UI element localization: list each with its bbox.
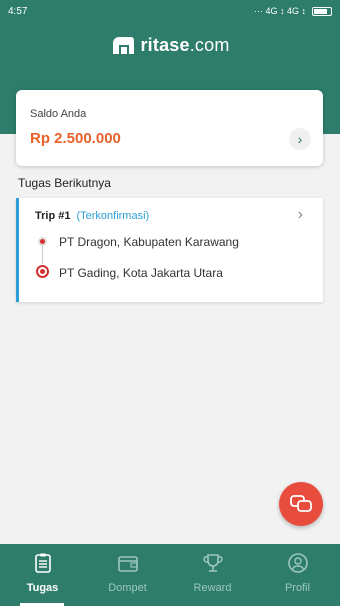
logo-text-thin: .com	[189, 34, 230, 55]
trip-header: Trip #1 (Terkonfirmasi)	[35, 210, 149, 222]
destination-location: PT Gading, Kota Jakarta Utara	[59, 266, 223, 280]
status-bar: 4:57 ··· 4G ↕ 4G ↕	[0, 0, 340, 22]
nav-label-tugas: Tugas	[26, 582, 59, 594]
wallet-icon	[117, 556, 138, 572]
ritase-logo-icon	[113, 37, 135, 54]
status-time: 4:57	[8, 5, 28, 17]
logo-text-bold: ritase	[140, 34, 190, 55]
network-indicator: ··· 4G ↕ 4G ↕	[253, 6, 306, 16]
chevron-right-icon[interactable]: ›	[298, 206, 303, 224]
route-line	[42, 246, 43, 264]
trip-card[interactable]: Trip #1 (Terkonfirmasi) › PT Dragon, Kab…	[16, 198, 323, 302]
nav-label-dompet: Dompet	[108, 582, 147, 594]
bottom-navigation: Tugas Dompet Reward Profil	[0, 544, 340, 606]
destination-marker-icon	[36, 265, 49, 278]
nav-label-profil: Profil	[284, 582, 311, 594]
nav-tugas[interactable]: Tugas	[0, 544, 85, 606]
chevron-right-icon[interactable]: ›	[289, 128, 311, 150]
origin-marker-icon	[38, 237, 47, 246]
app-logo: ritase.com	[0, 30, 340, 60]
status-indicators: ··· 4G ↕ 4G ↕	[254, 6, 332, 16]
balance-label: Saldo Anda	[30, 108, 87, 120]
trip-label: Trip #1	[35, 210, 71, 222]
clipboard-icon	[34, 553, 51, 573]
trip-status: (Terkonfirmasi)	[76, 210, 150, 222]
profile-icon	[287, 553, 308, 573]
nav-profil[interactable]: Profil	[255, 544, 340, 606]
nav-reward[interactable]: Reward	[170, 544, 255, 606]
chat-icon	[290, 495, 312, 512]
trophy-icon	[202, 554, 223, 572]
balance-value: Rp 2.500.000	[30, 130, 121, 147]
chat-button[interactable]	[279, 482, 323, 526]
origin-location: PT Dragon, Kabupaten Karawang	[59, 235, 239, 249]
balance-card[interactable]: Saldo Anda Rp 2.500.000 ›	[16, 90, 323, 166]
battery-icon	[312, 6, 332, 16]
section-title-next-tasks: Tugas Berikutnya	[18, 176, 111, 190]
nav-label-reward: Reward	[193, 582, 232, 594]
logo-text: ritase.com	[140, 35, 229, 56]
nav-dompet[interactable]: Dompet	[85, 544, 170, 606]
